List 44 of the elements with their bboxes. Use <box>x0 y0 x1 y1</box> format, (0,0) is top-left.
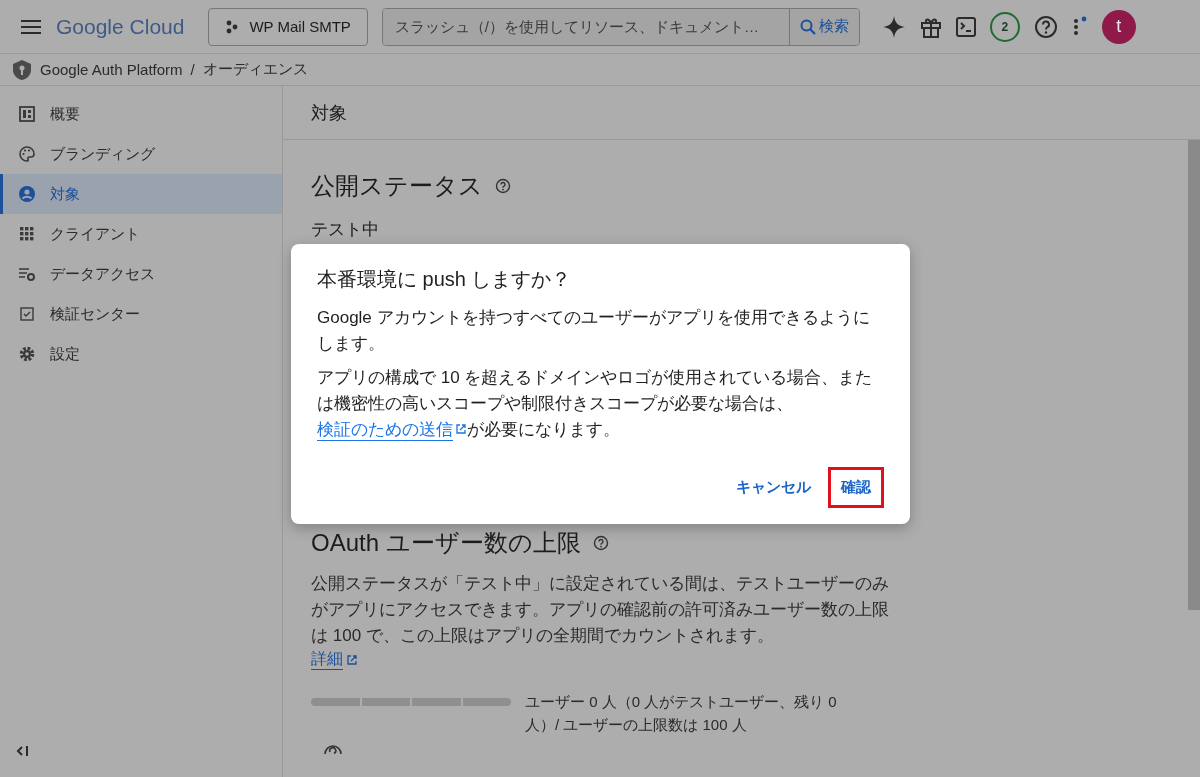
dialog-text: Google アカウントを持つすべてのユーザーがアプリを使用できるようにします。 <box>317 307 871 355</box>
page-title: 対象 <box>283 86 1200 140</box>
external-link-icon <box>455 423 467 435</box>
search-icon <box>799 18 816 35</box>
shield-icon <box>12 58 32 81</box>
project-picker[interactable]: WP Mail SMTP <box>208 7 368 46</box>
grid-icon <box>18 225 36 243</box>
dialog-text: アプリの構成で 10 を超えるドメインやロゴが使用されている場合、または機密性の高いスコープや制限付きスコープが必要な場合は、 検証のための送信 が必要になります。 <box>317 367 874 441</box>
description-text: 公開ステータスが「テスト中」に設定されている間は、テストユーザーのみがアプリにアクセスできます。アプリの確認前の許可済みユーザー数の上限は 100 で、この上限はアプリの全期間でカウントされます。 <box>311 573 890 647</box>
terminal-icon[interactable] <box>955 16 976 37</box>
breadcrumb-link[interactable]: Google Auth Platform <box>40 61 183 78</box>
dashboard-icon <box>18 105 36 123</box>
breadcrumb-separator: / <box>190 61 195 78</box>
menu-icon[interactable] <box>20 18 42 35</box>
details-link[interactable]: 詳細 <box>311 649 358 670</box>
gear-icon <box>18 345 36 363</box>
person-icon <box>18 185 36 203</box>
more-icon[interactable] <box>1071 15 1088 38</box>
palette-icon <box>18 145 36 163</box>
user-count-text: ユーザー 0 人（0 人がテストユーザー、残り 0 人）/ ユーザーの上限数は 100 人 <box>525 692 838 735</box>
avatar[interactable]: t <box>1101 9 1136 44</box>
sidebar-item[interactable]: 設定 <box>0 334 282 374</box>
collapse-icon[interactable] <box>16 745 30 757</box>
verification-link[interactable]: 検証のための送信 <box>317 420 467 439</box>
external-link-icon <box>346 653 358 666</box>
sidebar-item[interactable]: ブランディング <box>0 134 282 174</box>
scrollbar[interactable] <box>1188 140 1200 610</box>
search-button[interactable]: 検索 <box>788 8 859 45</box>
breadcrumb-link[interactable]: オーディエンス <box>202 60 308 79</box>
highlighted-dialog-button[interactable]: 確認 <box>828 467 884 508</box>
notification-count[interactable]: 2 <box>989 11 1020 42</box>
section-heading: 公開ステータス <box>311 171 483 201</box>
list-gear-icon <box>18 265 36 283</box>
gift-icon[interactable] <box>919 15 942 38</box>
status-value: テスト中 <box>311 219 379 241</box>
search-field[interactable]: スラッシュ（/）を使用してリソース、ドキュメント… 検索 <box>381 7 860 46</box>
dialog-title: 本番環境に push しますか？ <box>317 267 573 292</box>
sidebar-item[interactable]: データアクセス <box>0 254 282 294</box>
sidebar-item[interactable]: 概要 <box>0 94 282 134</box>
sidebar-item[interactable]: 検証センター <box>0 294 282 334</box>
nodes-icon <box>225 19 240 34</box>
section-heading: OAuth ユーザー数の上限 <box>311 528 581 558</box>
sidebar-item[interactable]: クライアント <box>0 214 282 254</box>
checkbox-icon <box>18 305 36 323</box>
